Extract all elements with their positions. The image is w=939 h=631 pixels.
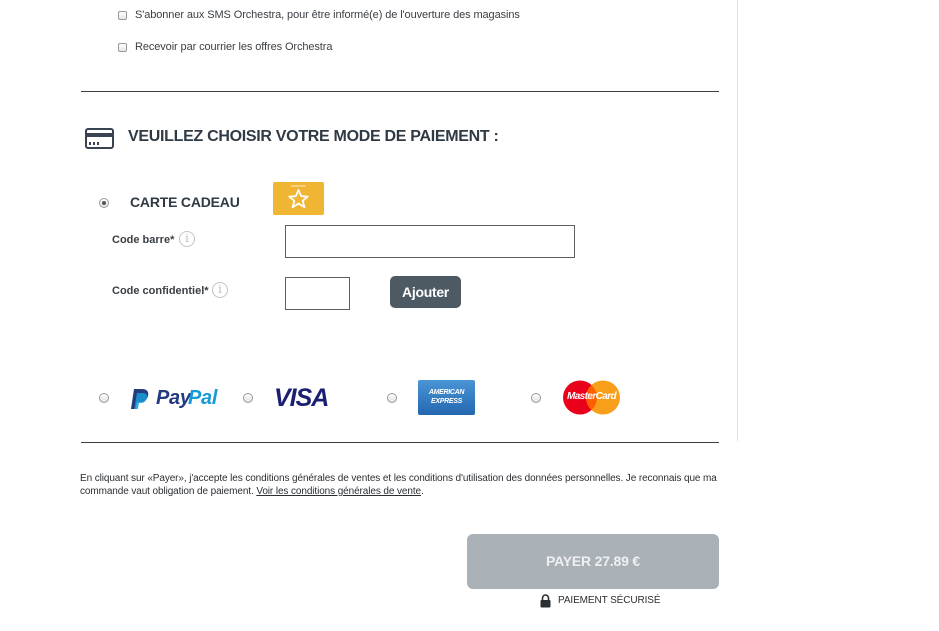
sms-subscribe-label: S'abonner aux SMS Orchestra, pour être i… <box>135 9 520 21</box>
mastercard-text: MasterCard <box>566 391 617 402</box>
credit-card-icon <box>85 128 114 149</box>
amex-line2: EXPRESS <box>431 398 462 405</box>
section-divider-bottom <box>81 442 719 443</box>
secure-payment-label: PAIEMENT SÉCURISÉ <box>558 595 661 606</box>
paypal-logo[interactable]: Pay Pal <box>130 386 222 410</box>
paypal-radio[interactable] <box>99 393 109 403</box>
mastercard-logo[interactable]: MasterCard <box>562 380 621 415</box>
code-confidential-label: Code confidentiel* <box>112 285 209 297</box>
amex-line1: AMERICAN <box>428 389 465 396</box>
lock-icon <box>540 594 551 608</box>
info-icon[interactable]: i <box>179 231 195 247</box>
amex-logo[interactable]: AMERICAN EXPRESS <box>418 380 475 415</box>
paypal-p-icon <box>131 389 149 409</box>
barcode-input[interactable] <box>285 225 575 258</box>
legal-end: . <box>420 486 424 497</box>
right-column-divider <box>737 0 738 441</box>
paypal-pal-text: Pal <box>188 387 218 409</box>
paypal-pay-text: Pay <box>156 387 191 409</box>
gift-card-star-icon <box>273 182 324 215</box>
visa-radio[interactable] <box>243 393 253 403</box>
mail-offers-label: Recevoir par courrier les offres Orchest… <box>135 41 333 53</box>
mastercard-radio[interactable] <box>531 393 541 403</box>
gift-card-radio[interactable] <box>99 198 109 208</box>
section-divider-top <box>81 91 719 92</box>
gift-card-label: CARTE CADEAU <box>130 194 240 210</box>
info-icon[interactable]: i <box>212 282 228 298</box>
add-gift-card-button[interactable]: Ajouter <box>390 276 461 308</box>
legal-text: En cliquant sur «Payer», j'accepte les c… <box>80 472 720 498</box>
pay-button[interactable]: PAYER 27.89 € <box>467 534 719 589</box>
amex-radio[interactable] <box>387 393 397 403</box>
barcode-label: Code barre* <box>112 234 175 246</box>
mail-offers-checkbox[interactable] <box>118 43 127 52</box>
terms-link[interactable]: Voir les conditions générales de vente <box>256 486 421 497</box>
sms-subscribe-checkbox[interactable] <box>118 11 127 20</box>
payment-section-title: VEUILLEZ CHOISIR VOTRE MODE DE PAIEMENT … <box>128 128 499 145</box>
visa-logo[interactable]: VISA <box>274 384 329 413</box>
code-confidential-input[interactable] <box>285 277 350 310</box>
